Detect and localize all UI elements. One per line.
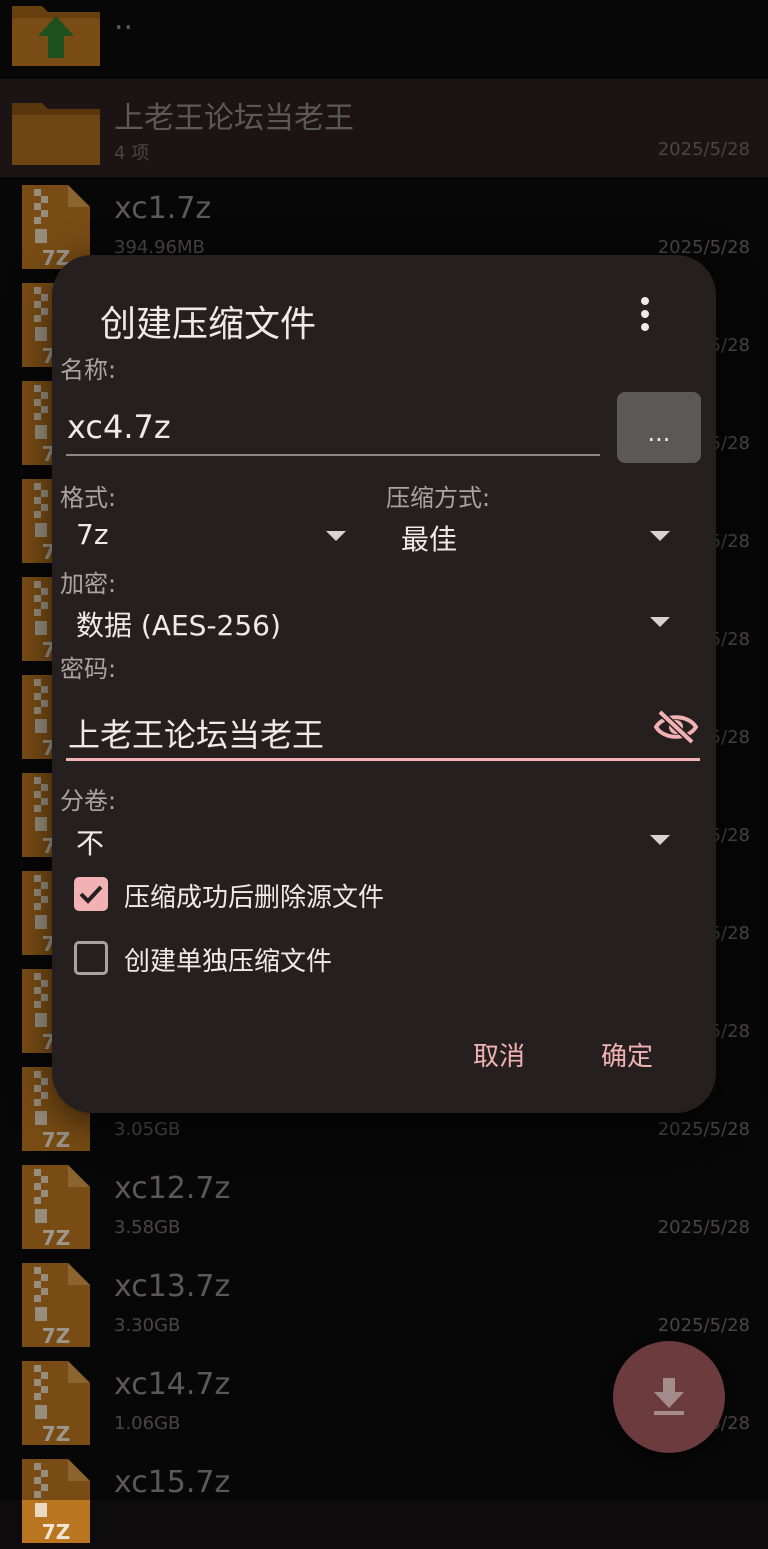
delete-source-label[interactable]: 压缩成功后删除源文件: [124, 877, 384, 914]
name-underline: [66, 454, 600, 456]
archive-type-text: 7Z: [42, 1520, 70, 1543]
extract-fab[interactable]: [613, 1341, 725, 1453]
method-select[interactable]: 最佳: [401, 518, 457, 558]
password-label: 密码:: [60, 655, 117, 683]
split-dropdown-icon[interactable]: [650, 835, 670, 845]
browse-button[interactable]: ...: [617, 392, 701, 463]
encryption-dropdown-icon[interactable]: [650, 617, 670, 627]
check-icon: [79, 885, 103, 904]
split-label: 分卷:: [60, 787, 117, 815]
method-label: 压缩方式:: [386, 484, 491, 512]
password-input[interactable]: 上老王论坛当老王: [68, 710, 324, 756]
encryption-select[interactable]: 数据 (AES-256): [76, 604, 281, 644]
cancel-button[interactable]: 取消: [473, 1036, 525, 1073]
dialog-title: 创建压缩文件: [100, 304, 317, 345]
format-label: 格式:: [60, 484, 117, 512]
visibility-off-icon[interactable]: [654, 710, 698, 744]
format-dropdown-icon[interactable]: [326, 531, 346, 541]
create-archive-dialog: 创建压缩文件 名称: xc4.7z ... 格式: 7z 压缩方式: 最佳 加密…: [52, 255, 716, 1113]
delete-source-checkbox[interactable]: [74, 877, 108, 911]
separate-archives-label[interactable]: 创建单独压缩文件: [124, 941, 332, 978]
ok-button[interactable]: 确定: [601, 1036, 653, 1073]
name-label: 名称:: [60, 356, 117, 384]
more-options-button[interactable]: [630, 293, 660, 335]
method-dropdown-icon[interactable]: [650, 531, 670, 541]
split-select[interactable]: 不: [76, 822, 104, 862]
password-underline: [66, 758, 700, 761]
more-vert-icon: [641, 297, 649, 305]
encryption-label: 加密:: [60, 570, 117, 598]
archive-name-input[interactable]: xc4.7z: [67, 408, 171, 446]
download-icon: [654, 1378, 684, 1415]
format-select[interactable]: 7z: [76, 518, 109, 551]
separate-archives-checkbox[interactable]: [74, 941, 108, 975]
